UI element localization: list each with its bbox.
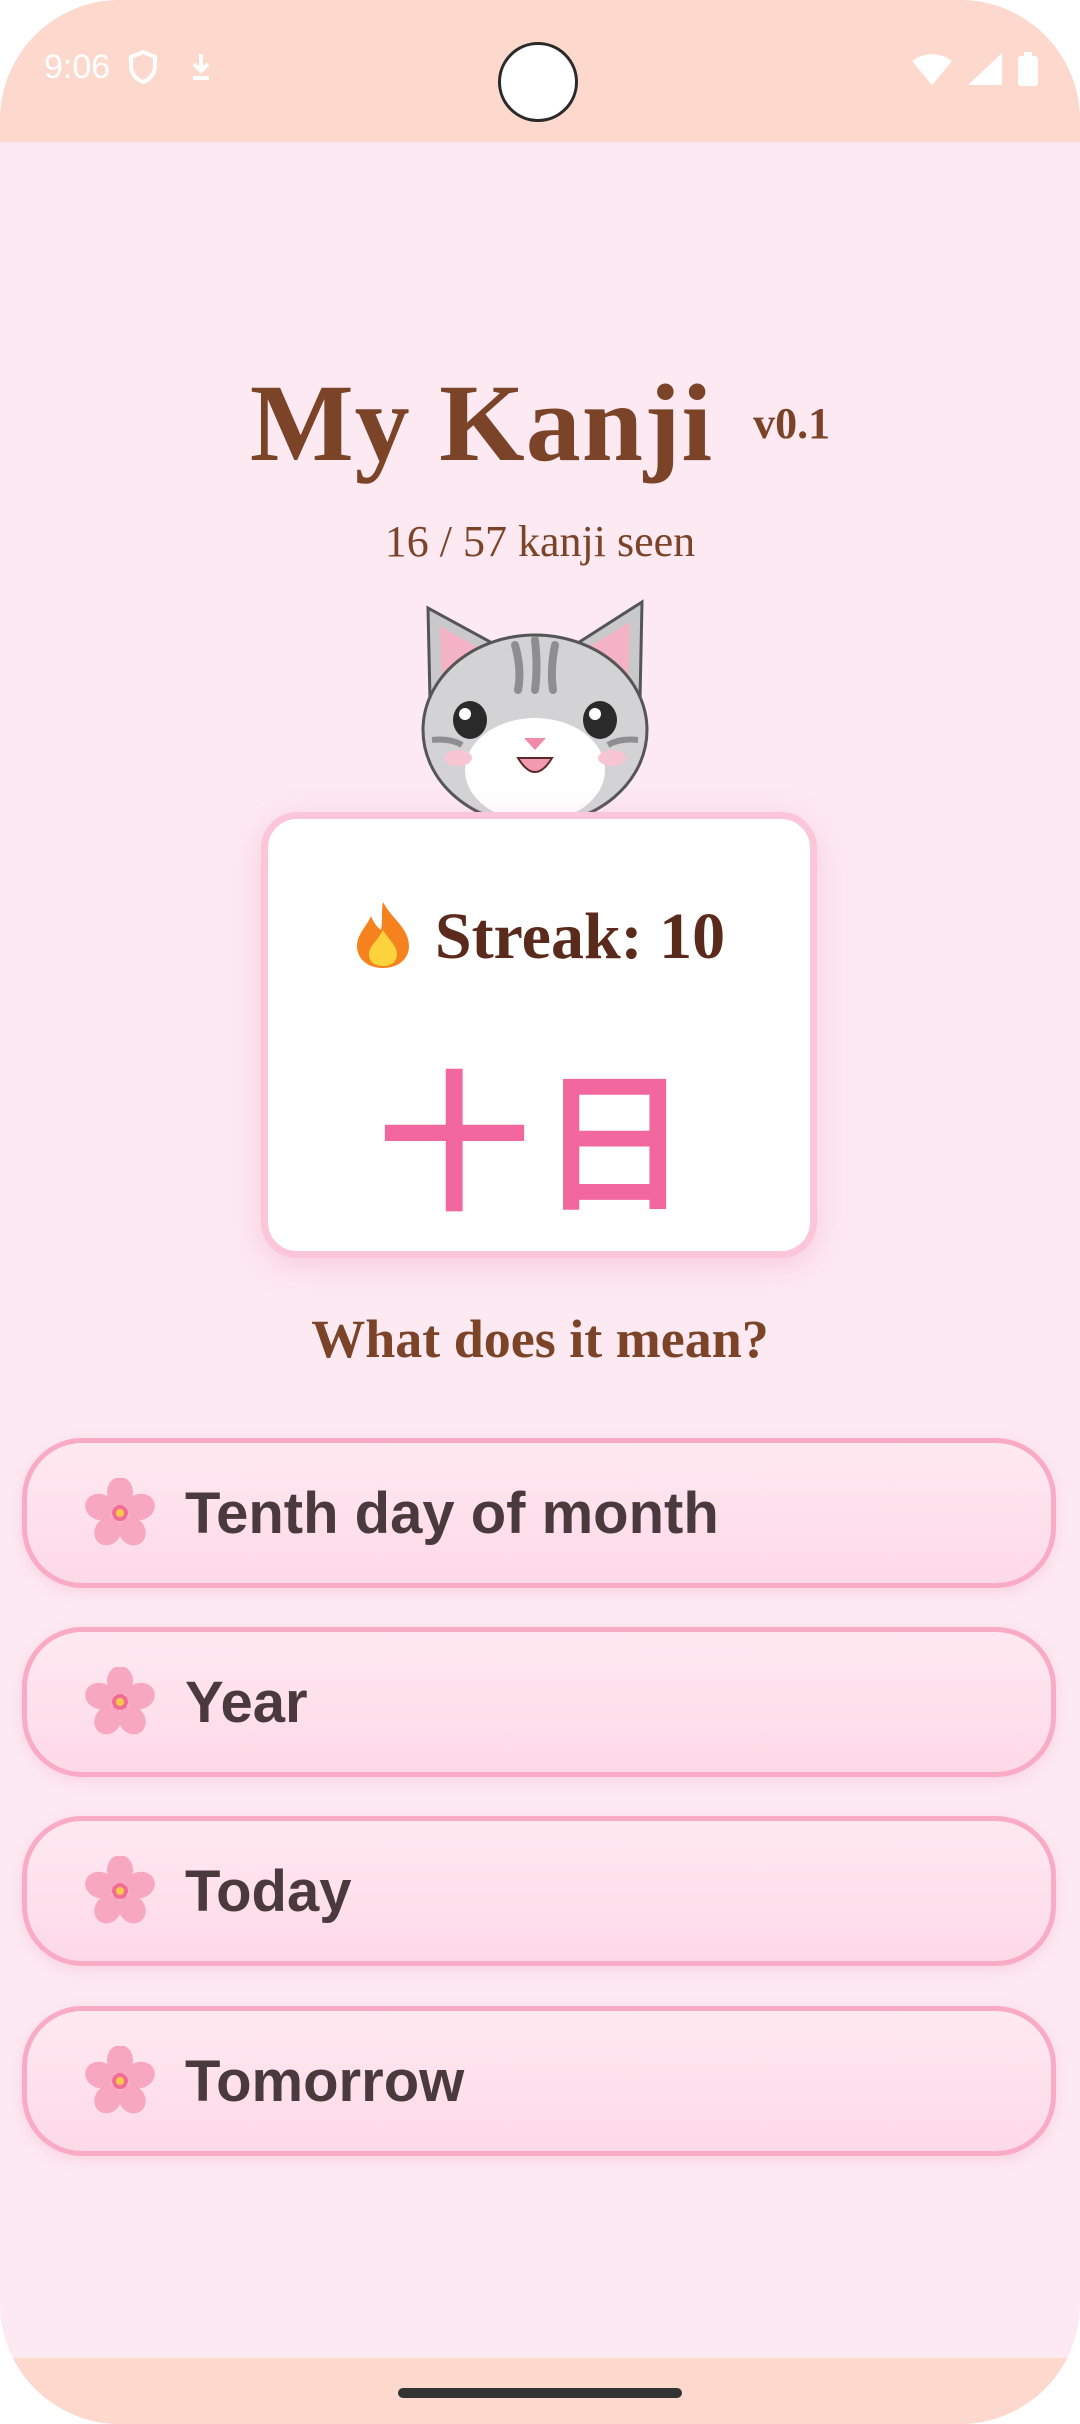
streak-row: Streak: 10 (268, 899, 810, 975)
status-time: 9:06 (44, 48, 111, 86)
answer-option-3[interactable]: Today (22, 1816, 1056, 1966)
answer-option-label: Tenth day of month (185, 1480, 719, 1546)
battery-icon (1018, 52, 1038, 91)
answer-option-label: Tomorrow (185, 2048, 465, 2114)
fire-icon (353, 900, 413, 975)
shield-icon (128, 49, 158, 89)
download-icon (188, 52, 214, 87)
status-right-icons (912, 52, 1038, 91)
answer-option-4[interactable]: Tomorrow (22, 2006, 1056, 2156)
streak-label: Streak: 10 (434, 900, 726, 973)
home-gesture-handle[interactable] (398, 2388, 682, 2398)
question-prompt: What does it mean? (311, 1309, 769, 1369)
sakura-icon (85, 1855, 155, 1926)
app-title: My Kanji (249, 362, 714, 484)
status-left-icons (128, 49, 214, 89)
camera-cutout (498, 42, 578, 122)
sakura-icon (85, 2045, 155, 2116)
answer-option-1[interactable]: Tenth day of month (22, 1438, 1056, 1588)
kanji-character: 十日 (378, 1057, 699, 1233)
sakura-icon (85, 1477, 155, 1548)
status-bar: 9:06 (0, 0, 1080, 142)
title-row: My Kanji v0.1 (0, 360, 1080, 487)
answer-option-label: Year (185, 1669, 308, 1735)
cat-mascot (410, 590, 660, 827)
app-version: v0.1 (753, 399, 831, 448)
progress-text: 16 / 57 kanji seen (384, 517, 696, 566)
kanji-card: Streak: 10 十日 (261, 812, 817, 1258)
sakura-icon (85, 1666, 155, 1737)
signal-icon (968, 53, 1002, 90)
answer-option-2[interactable]: Year (22, 1627, 1056, 1777)
answer-option-label: Today (185, 1858, 352, 1924)
app-screen: 9:06 My Kanji v0.1 16 / 57 kanji seen St… (0, 0, 1080, 2424)
wifi-icon (912, 53, 952, 90)
